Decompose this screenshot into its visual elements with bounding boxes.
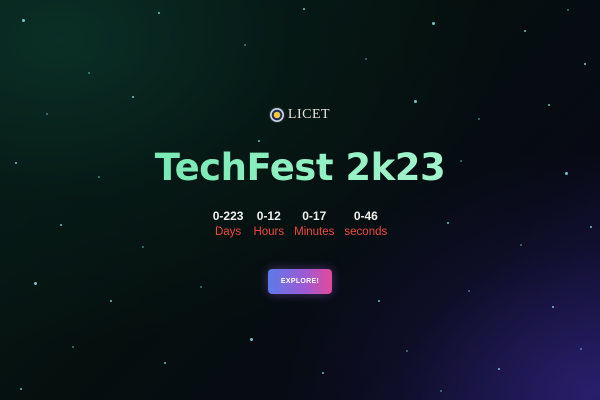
star — [88, 72, 90, 74]
star — [72, 346, 74, 348]
star — [440, 390, 442, 392]
countdown-minutes-value: 0-17 — [302, 209, 327, 223]
star — [303, 8, 305, 10]
star — [548, 104, 550, 106]
star — [552, 306, 554, 308]
star — [34, 282, 37, 285]
star — [258, 140, 260, 142]
countdown-hours-value: 0-12 — [256, 209, 281, 223]
site-logo[interactable]: LICET — [0, 107, 600, 123]
countdown-hours-label: Hours — [253, 226, 285, 238]
star — [406, 350, 408, 352]
countdown-seconds: 0-46 seconds — [344, 209, 387, 240]
countdown-seconds-value: 0-46 — [353, 209, 378, 223]
countdown-seconds-label: seconds — [344, 226, 388, 238]
countdown-timer: 0-223 Days 0-12 Hours 0-17 Minutes 0-46 … — [0, 209, 600, 240]
star — [468, 290, 470, 292]
star — [584, 63, 586, 65]
starfield-background: LICET TechFest 2k23 0-223 Days 0-12 Hour… — [0, 0, 600, 400]
countdown-minutes-label: Minutes — [294, 226, 335, 238]
logo-text: LICET — [287, 107, 331, 122]
college-emblem-icon — [269, 108, 284, 122]
star — [200, 286, 202, 288]
star — [498, 368, 500, 370]
countdown-days: 0-223 Days — [213, 209, 244, 240]
star — [322, 372, 324, 374]
star — [432, 22, 435, 25]
star — [414, 100, 417, 103]
countdown-days-value: 0-223 — [212, 209, 244, 223]
star — [164, 362, 166, 364]
star — [365, 58, 367, 60]
star — [20, 388, 22, 390]
star — [22, 19, 25, 22]
star — [142, 246, 144, 248]
star — [250, 338, 253, 341]
star — [567, 9, 569, 11]
star — [524, 30, 526, 32]
star — [244, 44, 246, 46]
page-title: TechFest 2k23 — [0, 146, 600, 189]
countdown-hours: 0-12 Hours — [253, 209, 284, 240]
star — [378, 300, 380, 302]
star — [110, 300, 112, 302]
star — [520, 244, 522, 246]
star — [132, 96, 134, 98]
star — [158, 12, 160, 14]
countdown-days-label: Days — [214, 226, 242, 238]
star — [580, 348, 582, 350]
explore-button[interactable]: EXPLORE! — [268, 269, 332, 294]
countdown-minutes: 0-17 Minutes — [294, 209, 334, 240]
